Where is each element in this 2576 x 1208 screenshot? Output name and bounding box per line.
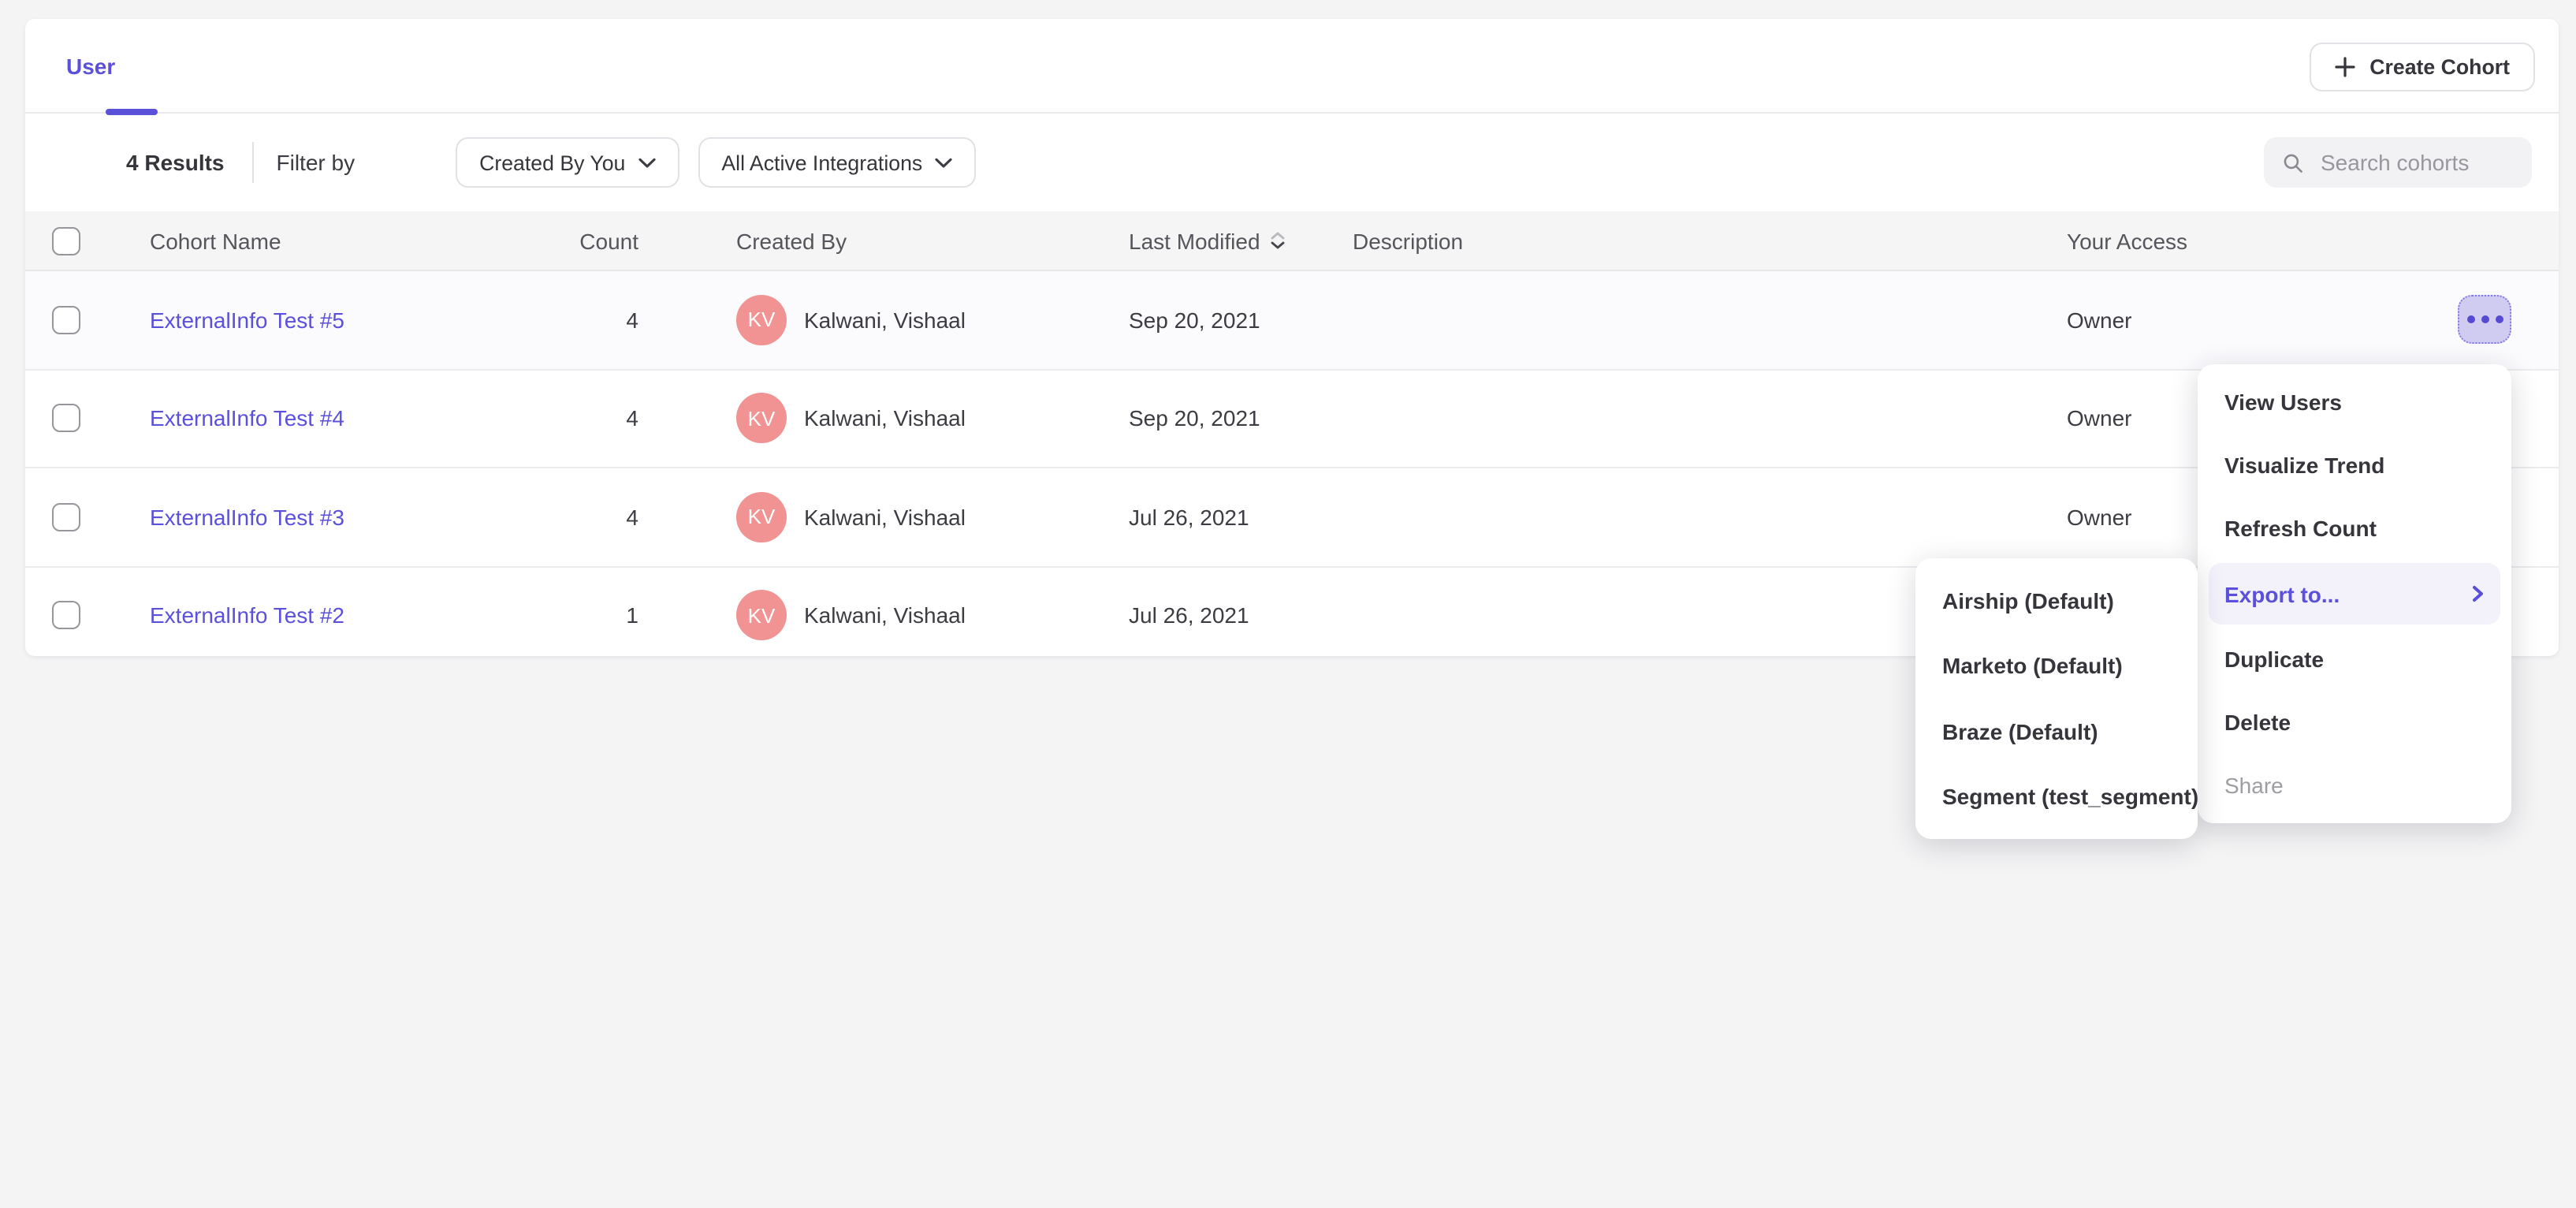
- cohort-count: 4: [575, 308, 638, 333]
- created-by-name: Kalwani, Vishaal: [804, 406, 966, 431]
- table-row: ExternalInfo Test #5 4 KV Kalwani, Visha…: [25, 271, 2559, 368]
- search-input[interactable]: [2317, 148, 2513, 177]
- column-header-description: Description: [1353, 228, 2067, 253]
- cohort-name-link[interactable]: ExternalInfo Test #2: [150, 603, 344, 628]
- cohort-name-link[interactable]: ExternalInfo Test #5: [150, 308, 344, 333]
- table-header: Cohort Name Count Created By Last Modifi…: [25, 211, 2559, 271]
- menu-item-export-to[interactable]: Export to...: [2209, 562, 2500, 625]
- chevron-down-icon: [638, 157, 655, 168]
- column-header-count: Count: [575, 228, 638, 253]
- submenu-item-marketo[interactable]: Marketo (Default): [1915, 633, 2198, 699]
- last-modified-date: Jul 26, 2021: [1129, 505, 1353, 530]
- row-context-menu: View Users Visualize Trend Refresh Count…: [2198, 364, 2511, 823]
- search-cohorts-box[interactable]: [2264, 137, 2532, 188]
- tab-user-label: User: [66, 53, 115, 78]
- row-checkbox[interactable]: [52, 405, 80, 433]
- cohort-name-link[interactable]: ExternalInfo Test #3: [150, 505, 344, 530]
- row-actions-button[interactable]: [2458, 295, 2511, 344]
- create-cohort-button[interactable]: Create Cohort: [2310, 43, 2535, 91]
- create-cohort-label: Create Cohort: [2369, 55, 2510, 79]
- table-row: ExternalInfo Test #4 4 KV Kalwani, Visha…: [25, 368, 2559, 467]
- table-row: ExternalInfo Test #3 4 KV Kalwani, Visha…: [25, 467, 2559, 565]
- column-header-last-modified[interactable]: Last Modified: [1129, 228, 1353, 253]
- created-by-name: Kalwani, Vishaal: [804, 505, 966, 530]
- avatar: KV: [736, 591, 787, 641]
- filter-by-label: Filter by: [277, 150, 356, 175]
- cohort-name-link[interactable]: ExternalInfo Test #4: [150, 406, 344, 431]
- menu-item-duplicate[interactable]: Duplicate: [2198, 628, 2511, 692]
- column-header-cohort-name: Cohort Name: [150, 228, 575, 253]
- cohort-count: 4: [575, 505, 638, 530]
- toolbar: 4 Results Filter by Created By You All A…: [25, 114, 2559, 211]
- row-checkbox[interactable]: [52, 602, 80, 630]
- menu-item-share: Share: [2198, 754, 2511, 817]
- integrations-filter-dropdown[interactable]: All Active Integrations: [698, 137, 976, 188]
- avatar: KV: [736, 393, 787, 444]
- search-icon: [2283, 151, 2303, 174]
- sort-icon: [1271, 232, 1286, 249]
- plus-icon: [2335, 57, 2355, 77]
- row-checkbox[interactable]: [52, 503, 80, 531]
- last-modified-date: Sep 20, 2021: [1129, 406, 1353, 431]
- last-modified-date: Sep 20, 2021: [1129, 308, 1353, 333]
- menu-item-visualize-trend[interactable]: Visualize Trend: [2198, 434, 2511, 497]
- row-checkbox[interactable]: [52, 306, 80, 334]
- menu-item-view-users[interactable]: View Users: [2198, 371, 2511, 434]
- ellipsis-icon: [2466, 315, 2474, 323]
- export-submenu: Airship (Default) Marketo (Default) Braz…: [1915, 558, 2198, 839]
- cohorts-page: User Create Cohort 4 Results Filter by C…: [0, 0, 2576, 1208]
- results-count: 4 Results: [126, 150, 225, 175]
- cohort-count: 4: [575, 406, 638, 431]
- tab-user[interactable]: User: [66, 19, 115, 112]
- tabs-bar: User Create Cohort: [25, 19, 2559, 114]
- access-value: Owner: [2067, 308, 2466, 333]
- last-modified-date: Jul 26, 2021: [1129, 603, 1353, 628]
- toolbar-divider: [253, 142, 255, 183]
- submenu-item-airship[interactable]: Airship (Default): [1915, 568, 2198, 633]
- created-by-name: Kalwani, Vishaal: [804, 308, 966, 333]
- column-header-created-by: Created By: [736, 228, 1129, 253]
- menu-item-delete[interactable]: Delete: [2198, 692, 2511, 755]
- menu-item-refresh-count[interactable]: Refresh Count: [2198, 496, 2511, 559]
- created-by-filter-value: Created By You: [479, 151, 625, 174]
- avatar: KV: [736, 295, 787, 345]
- submenu-item-braze[interactable]: Braze (Default): [1915, 699, 2198, 764]
- chevron-right-icon: [2472, 585, 2485, 602]
- submenu-item-segment[interactable]: Segment (test_segment): [1915, 764, 2198, 830]
- column-header-your-access: Your Access: [2067, 228, 2466, 253]
- cohort-count: 1: [575, 603, 638, 628]
- created-by-name: Kalwani, Vishaal: [804, 603, 966, 628]
- chevron-down-icon: [935, 157, 952, 168]
- integrations-filter-value: All Active Integrations: [721, 151, 922, 174]
- created-by-filter-dropdown[interactable]: Created By You: [456, 137, 679, 188]
- avatar: KV: [736, 492, 787, 542]
- select-all-checkbox[interactable]: [52, 226, 80, 255]
